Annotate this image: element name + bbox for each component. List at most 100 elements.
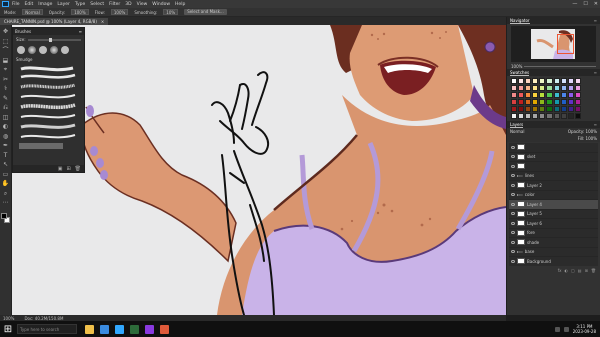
type-tool-icon[interactable]: T — [2, 152, 10, 159]
layer-row[interactable]: ▸▭ base — [509, 248, 598, 257]
swatch-cell[interactable] — [567, 92, 574, 98]
layer-row[interactable]: Layer 4 — [509, 200, 598, 210]
history-brush-tool-icon[interactable]: ⎌ — [2, 104, 10, 111]
swatch-cell[interactable] — [560, 78, 567, 84]
navigator-view-frame[interactable] — [557, 34, 574, 54]
swatch-cell[interactable] — [553, 85, 560, 91]
brush-tool-icon[interactable]: ✎ — [2, 95, 10, 102]
layer-visibility-icon[interactable] — [511, 231, 515, 235]
layer-row[interactable]: ▸▭ color — [509, 191, 598, 200]
swatch-cell[interactable] — [518, 106, 525, 112]
adjustment-layer-icon[interactable]: ◐ — [565, 268, 569, 273]
delete-layer-icon[interactable]: 🗑 — [591, 268, 596, 273]
swatch-cell[interactable] — [574, 78, 581, 84]
layer-visibility-icon[interactable] — [511, 240, 515, 244]
menu-window[interactable]: Window — [152, 2, 170, 7]
menu-image[interactable]: Image — [38, 2, 52, 7]
swatch-cell[interactable] — [560, 113, 567, 119]
swatch-cell[interactable] — [574, 106, 581, 112]
swatch-cell[interactable] — [553, 78, 560, 84]
quick-select-tool-icon[interactable]: ⬓ — [2, 57, 10, 64]
select-and-mask-button[interactable]: Select and Mask... — [184, 9, 227, 15]
swatch-cell[interactable] — [511, 85, 518, 91]
taskbar-app-icon[interactable] — [100, 324, 109, 334]
layer-row[interactable]: ▸▭ lines — [509, 172, 598, 181]
close-tab-icon[interactable]: × — [101, 18, 104, 25]
swatch-cell[interactable] — [525, 92, 532, 98]
menu-3d[interactable]: 3D — [125, 2, 131, 7]
soft-round-tip-2[interactable] — [50, 46, 58, 54]
blend-mode-select[interactable]: Normal — [510, 129, 524, 134]
layer-visibility-icon[interactable] — [511, 259, 515, 263]
swatch-cell[interactable] — [546, 99, 553, 105]
swatch-cell[interactable] — [525, 106, 532, 112]
swatch-cell[interactable] — [532, 99, 539, 105]
swatch-cell[interactable] — [518, 85, 525, 91]
swatch-cell[interactable] — [560, 106, 567, 112]
soft-round-tip[interactable] — [28, 46, 36, 54]
navigator-zoom-value[interactable]: 100% — [511, 64, 522, 69]
layers-menu-icon[interactable]: ≡ — [594, 122, 597, 127]
swatch-cell[interactable] — [518, 99, 525, 105]
swatch-cell[interactable] — [525, 85, 532, 91]
swatch-cell[interactable] — [546, 78, 553, 84]
more-tools-icon[interactable]: ⋯ — [2, 199, 10, 206]
layer-row[interactable]: sket — [509, 153, 598, 162]
swatch-cell[interactable] — [511, 113, 518, 119]
swatch-cell[interactable] — [525, 99, 532, 105]
taskbar-search-input[interactable]: Type here to search — [17, 324, 77, 334]
zoom-tool-icon[interactable]: ⌕ — [2, 190, 10, 197]
flow-field[interactable]: 100% — [110, 9, 129, 15]
marquee-tool-icon[interactable]: ⬚ — [2, 38, 10, 45]
layer-visibility-icon[interactable] — [511, 145, 515, 149]
taskbar-app-icon[interactable] — [130, 324, 139, 334]
swatch-cell[interactable] — [546, 106, 553, 112]
foreground-color-swatch[interactable] — [1, 212, 7, 219]
swatch-cell[interactable] — [567, 106, 574, 112]
swatch-cell[interactable] — [567, 78, 574, 84]
swatch-cell[interactable] — [511, 99, 518, 105]
new-group-icon[interactable]: ▤ — [578, 268, 582, 273]
layer-visibility-icon[interactable] — [511, 193, 515, 197]
document-canvas[interactable] — [12, 25, 506, 315]
swatch-cell[interactable] — [553, 99, 560, 105]
delete-brush-icon[interactable]: 🗑 — [75, 166, 81, 172]
layer-mask-icon[interactable]: ▢ — [571, 268, 575, 273]
swatch-cell[interactable] — [511, 78, 518, 84]
swatch-cell[interactable] — [539, 99, 546, 105]
menu-help[interactable]: Help — [175, 2, 185, 7]
layer-row[interactable] — [509, 162, 598, 172]
close-button[interactable]: ✕ — [594, 1, 598, 7]
gradient-tool-icon[interactable]: ◐ — [2, 123, 10, 130]
swatch-cell[interactable] — [567, 99, 574, 105]
volume-icon[interactable] — [563, 326, 569, 332]
layer-row[interactable]: Layer 2 — [509, 181, 598, 191]
taskbar-app-icon[interactable] — [145, 324, 154, 334]
menu-layer[interactable]: Layer — [57, 2, 70, 7]
brush-size-handle[interactable] — [48, 37, 52, 42]
swatch-cell[interactable] — [532, 78, 539, 84]
layer-row[interactable]: fore — [509, 229, 598, 238]
swatch-cell[interactable] — [532, 92, 539, 98]
swatch-cell[interactable] — [553, 106, 560, 112]
brush-group-folder[interactable]: Smudge — [13, 56, 84, 63]
swatch-cell[interactable] — [567, 113, 574, 119]
swatch-cell[interactable] — [532, 85, 539, 91]
taskbar-app-icon[interactable] — [85, 324, 94, 334]
network-icon[interactable] — [554, 326, 560, 332]
swatch-cell[interactable] — [553, 92, 560, 98]
swatch-cell[interactable] — [560, 99, 567, 105]
menu-edit[interactable]: Edit — [25, 2, 34, 7]
navigator-tab[interactable]: Navigator — [510, 18, 530, 24]
swatch-cell[interactable] — [574, 92, 581, 98]
swatch-cell[interactable] — [574, 85, 581, 91]
folder-icon[interactable]: ▸▭ — [517, 249, 523, 254]
taskbar-app-icon[interactable] — [115, 324, 124, 334]
hard-round-tip-2[interactable] — [39, 46, 47, 54]
menu-file[interactable]: File — [12, 2, 20, 7]
new-brush-icon[interactable]: ⊞ — [66, 166, 70, 172]
swatch-cell[interactable] — [560, 92, 567, 98]
folder-icon[interactable]: ▸▭ — [517, 173, 523, 178]
layer-visibility-icon[interactable] — [511, 155, 515, 159]
swatch-cell[interactable] — [525, 113, 532, 119]
